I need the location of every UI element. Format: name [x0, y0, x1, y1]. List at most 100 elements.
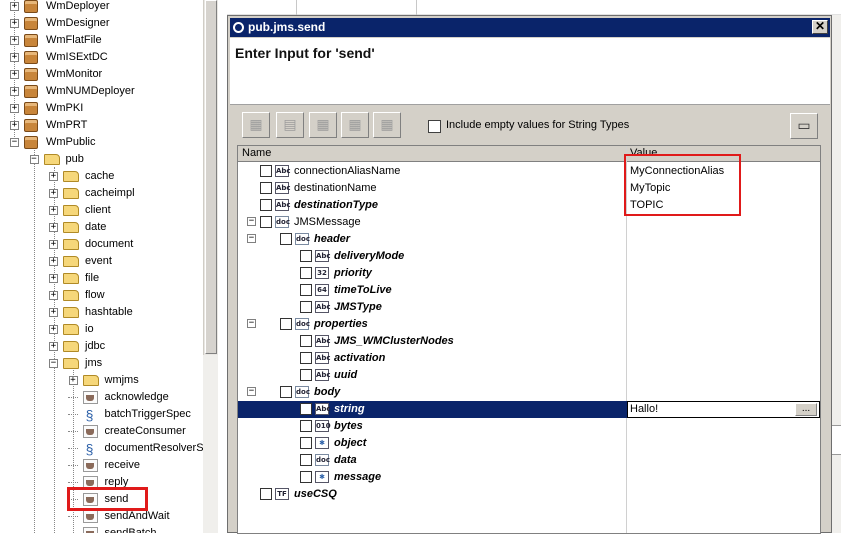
expand-icon[interactable]: +	[49, 240, 58, 249]
grid-row-timetolive[interactable]: 64 timeToLive	[238, 282, 820, 299]
expand-icon[interactable]: +	[10, 87, 19, 96]
tree-item-wmjms[interactable]: + wmjms	[0, 372, 203, 389]
tree-item-file[interactable]: + file	[0, 270, 203, 287]
grid-toolbar-icon-3[interactable]: ▦	[309, 112, 337, 138]
name-column-header[interactable]: Name	[242, 147, 271, 159]
expand-icon[interactable]: +	[49, 308, 58, 317]
grid-row-jmsmessage[interactable]: − doc JMSMessage	[238, 214, 820, 231]
grid-row-activation[interactable]: Abc activation	[238, 350, 820, 367]
tree-item-pub[interactable]: − pub	[0, 151, 203, 168]
grid-row-string[interactable]: Abc string Hallo!...	[238, 401, 820, 418]
expand-icon[interactable]: +	[49, 189, 58, 198]
tree-item-wmdeployer[interactable]: + WmDeployer	[0, 0, 203, 15]
grid-toolbar-icon-5[interactable]: ▦	[373, 112, 401, 138]
collapse-icon[interactable]: −	[247, 387, 256, 396]
tree-item-wmnumdeployer[interactable]: + WmNUMDeployer	[0, 83, 203, 100]
tree-item-documentresolversp[interactable]: § documentResolverSp	[0, 440, 210, 457]
include-checkbox[interactable]	[260, 182, 272, 194]
include-empty-checkbox[interactable]	[428, 120, 441, 133]
collapse-icon[interactable]: −	[247, 319, 256, 328]
expand-icon[interactable]: +	[10, 2, 19, 11]
tree-item-jms[interactable]: − jms	[0, 355, 203, 372]
expand-icon[interactable]: +	[10, 53, 19, 62]
grid-row-message[interactable]: ✱ message	[238, 469, 820, 486]
tree-scrollbar-thumb[interactable]	[205, 0, 217, 354]
tree-item-wmpublic[interactable]: − WmPublic	[0, 134, 203, 151]
include-checkbox[interactable]	[300, 352, 312, 364]
grid-row-object[interactable]: ✱ object	[238, 435, 820, 452]
expand-icon[interactable]: +	[10, 121, 19, 130]
table-view-icon[interactable]: ▭	[790, 113, 818, 139]
include-checkbox[interactable]	[300, 454, 312, 466]
tree-item-flow[interactable]: + flow	[0, 287, 203, 304]
collapse-icon[interactable]: −	[49, 359, 58, 368]
expand-icon[interactable]: +	[49, 325, 58, 334]
tree-item-cacheimpl[interactable]: + cacheimpl	[0, 185, 203, 202]
tree-item-wmisextdc[interactable]: + WmISExtDC	[0, 49, 203, 66]
tree-scrollbar[interactable]	[203, 0, 218, 355]
grid-toolbar-icon-2[interactable]: ▤	[276, 112, 304, 138]
include-checkbox[interactable]	[280, 233, 292, 245]
value-editor[interactable]: Hallo!...	[627, 401, 820, 418]
collapse-icon[interactable]: −	[247, 234, 256, 243]
collapse-icon[interactable]: −	[247, 217, 256, 226]
include-checkbox[interactable]	[280, 386, 292, 398]
include-checkbox[interactable]	[260, 165, 272, 177]
tree-item-hashtable[interactable]: + hashtable	[0, 304, 203, 321]
tree-item-wmdesigner[interactable]: + WmDesigner	[0, 15, 203, 32]
expand-icon[interactable]: +	[49, 172, 58, 181]
include-checkbox[interactable]	[300, 369, 312, 381]
expand-icon[interactable]: +	[10, 70, 19, 79]
grid-row-jmstype[interactable]: Abc JMSType	[238, 299, 820, 316]
grid-row-priority[interactable]: 32 priority	[238, 265, 820, 282]
grid-row-uuid[interactable]: Abc uuid	[238, 367, 820, 384]
expand-icon[interactable]: +	[49, 274, 58, 283]
tree-item-wmpki[interactable]: + WmPKI	[0, 100, 203, 117]
include-checkbox[interactable]	[300, 335, 312, 347]
grid-row-jms_wmclusternodes[interactable]: Abc JMS_WMClusterNodes	[238, 333, 820, 350]
expand-icon[interactable]: +	[68, 376, 78, 385]
grid-row-usecsq[interactable]: TF useCSQ	[238, 486, 820, 503]
edit-value-button[interactable]: ...	[795, 403, 817, 416]
include-checkbox[interactable]	[260, 199, 272, 211]
expand-icon[interactable]: +	[49, 291, 58, 300]
grid-row-bytes[interactable]: 010 bytes	[238, 418, 820, 435]
expand-icon[interactable]: +	[49, 342, 58, 351]
tree-item-wmprt[interactable]: + WmPRT	[0, 117, 203, 134]
include-checkbox[interactable]	[300, 267, 312, 279]
include-checkbox[interactable]	[300, 250, 312, 262]
include-checkbox[interactable]	[300, 471, 312, 483]
value-input[interactable]: Hallo!	[630, 403, 658, 415]
close-button[interactable]: ✕	[812, 20, 828, 34]
expand-icon[interactable]: +	[10, 36, 19, 45]
grid-row-deliverymode[interactable]: Abc deliveryMode	[238, 248, 820, 265]
expand-icon[interactable]: +	[49, 223, 58, 232]
grid-row-body[interactable]: − doc body	[238, 384, 820, 401]
tree-item-event[interactable]: + event	[0, 253, 203, 270]
expand-icon[interactable]: +	[10, 104, 19, 113]
collapse-icon[interactable]: −	[10, 138, 19, 147]
tree-item-wmmonitor[interactable]: + WmMonitor	[0, 66, 203, 83]
expand-icon[interactable]: +	[10, 19, 19, 28]
expand-icon[interactable]: +	[49, 257, 58, 266]
tree-item-acknowledge[interactable]: acknowledge	[0, 389, 203, 406]
include-checkbox[interactable]	[300, 420, 312, 432]
grid-row-header[interactable]: − doc header	[238, 231, 820, 248]
collapse-icon[interactable]: −	[29, 155, 39, 164]
expand-icon[interactable]: +	[49, 206, 58, 215]
include-checkbox[interactable]	[260, 488, 272, 500]
tree-item-sendbatch[interactable]: sendBatch	[0, 525, 203, 533]
tree-item-client[interactable]: + client	[0, 202, 203, 219]
include-checkbox[interactable]	[280, 318, 292, 330]
include-checkbox[interactable]	[300, 403, 312, 415]
tree-item-wmflatfile[interactable]: + WmFlatFile	[0, 32, 203, 49]
tree-item-date[interactable]: + date	[0, 219, 203, 236]
tree-item-io[interactable]: + io	[0, 321, 203, 338]
tree-item-cache[interactable]: + cache	[0, 168, 203, 185]
tree-item-jdbc[interactable]: + jdbc	[0, 338, 203, 355]
grid-row-properties[interactable]: − doc properties	[238, 316, 820, 333]
tree-item-document[interactable]: + document	[0, 236, 203, 253]
include-checkbox[interactable]	[260, 216, 272, 228]
include-checkbox[interactable]	[300, 284, 312, 296]
grid-toolbar-icon-4[interactable]: ▦	[341, 112, 369, 138]
